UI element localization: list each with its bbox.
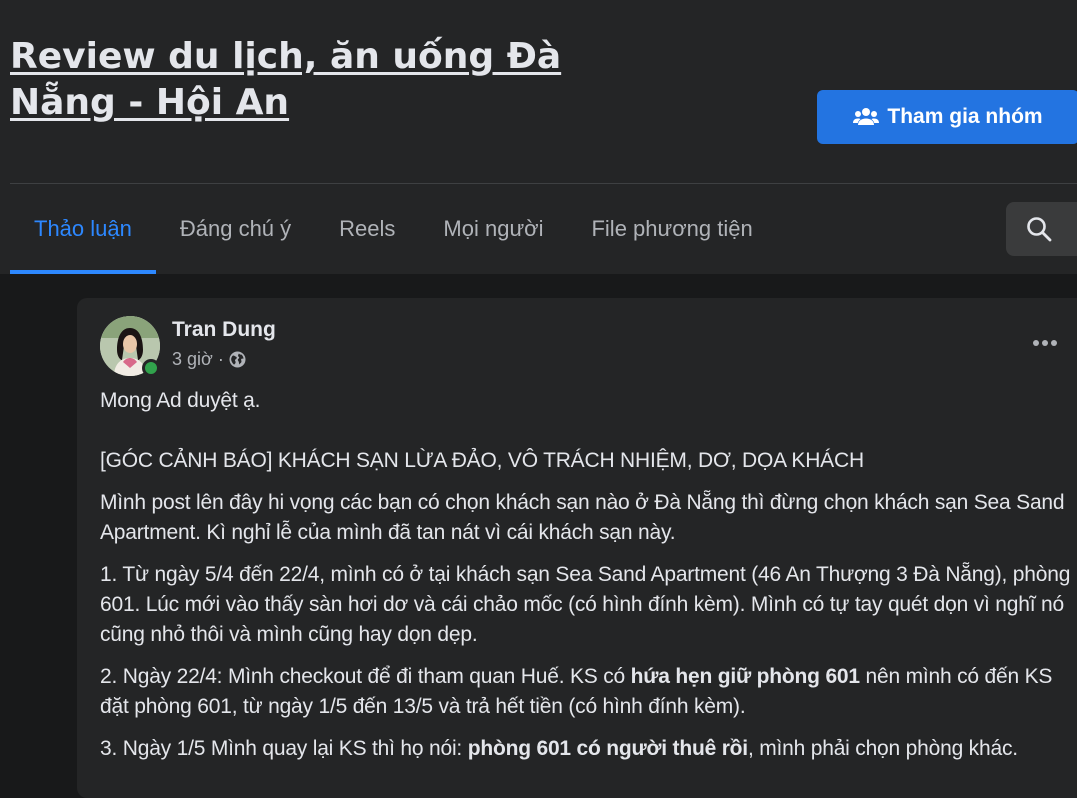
online-status-dot bbox=[142, 359, 160, 377]
tab-reels[interactable]: Reels bbox=[315, 184, 419, 274]
post-options-button[interactable] bbox=[1028, 328, 1062, 358]
tab-media[interactable]: File phương tiện bbox=[567, 184, 776, 274]
post-paragraph: 3. Ngày 1/5 Mình quay lại KS thì họ nói:… bbox=[100, 734, 1077, 764]
more-options-icon bbox=[1033, 340, 1039, 346]
text-run: 3. Ngày 1/5 Mình quay lại KS thì họ nói: bbox=[100, 737, 468, 760]
more-dot bbox=[1051, 340, 1057, 346]
text-run: , mình phải chọn phòng khác. bbox=[747, 737, 1018, 760]
post-paragraph: 2. Ngày 22/4: Mình checkout để đi tham q… bbox=[100, 662, 1077, 722]
group-header: Review du lịch, ăn uống Đà Nẵng - Hội An… bbox=[0, 0, 1077, 274]
tab-people[interactable]: Mọi người bbox=[419, 184, 567, 274]
group-title[interactable]: Review du lịch, ăn uống Đà Nẵng - Hội An bbox=[10, 34, 590, 126]
join-group-label: Tham gia nhóm bbox=[887, 105, 1043, 128]
post-meta: 3 giờ · bbox=[172, 349, 246, 370]
bold-text: hứa hẹn giữ phòng 601 bbox=[630, 665, 860, 688]
post-time[interactable]: 3 giờ bbox=[172, 349, 213, 370]
post-paragraph: 1. Từ ngày 5/4 đến 22/4, mình có ở tại k… bbox=[100, 563, 1071, 646]
post-line: Mong Ad duyệt ạ. bbox=[100, 389, 261, 412]
text-run: 2. Ngày 22/4: Mình checkout để đi tham q… bbox=[100, 665, 631, 688]
meta-separator: · bbox=[217, 349, 224, 369]
tab-discussion[interactable]: Thảo luận bbox=[10, 184, 156, 274]
post-headline: [GÓC CẢNH BÁO] KHÁCH SẠN LỪA ĐẢO, VÔ TRÁ… bbox=[100, 449, 864, 472]
group-tabs: Thảo luận Đáng chú ý Reels Mọi người Fil… bbox=[10, 184, 777, 274]
post-paragraph: Mình post lên đây hi vọng các bạn có chọ… bbox=[100, 491, 1065, 544]
post-author[interactable]: Tran Dung bbox=[172, 318, 276, 342]
tab-featured[interactable]: Đáng chú ý bbox=[156, 184, 315, 274]
globe-icon[interactable] bbox=[229, 351, 246, 368]
bold-text: phòng 601 có người thuê rồi bbox=[467, 737, 748, 760]
more-dot bbox=[1042, 340, 1048, 346]
post-body: Mong Ad duyệt ạ. [GÓC CẢNH BÁO] KHÁCH SẠ… bbox=[100, 386, 1077, 776]
join-group-button[interactable]: Tham gia nhóm bbox=[817, 90, 1077, 144]
search-button[interactable] bbox=[1006, 202, 1077, 256]
search-icon bbox=[1027, 217, 1052, 242]
group-add-icon bbox=[853, 108, 880, 125]
